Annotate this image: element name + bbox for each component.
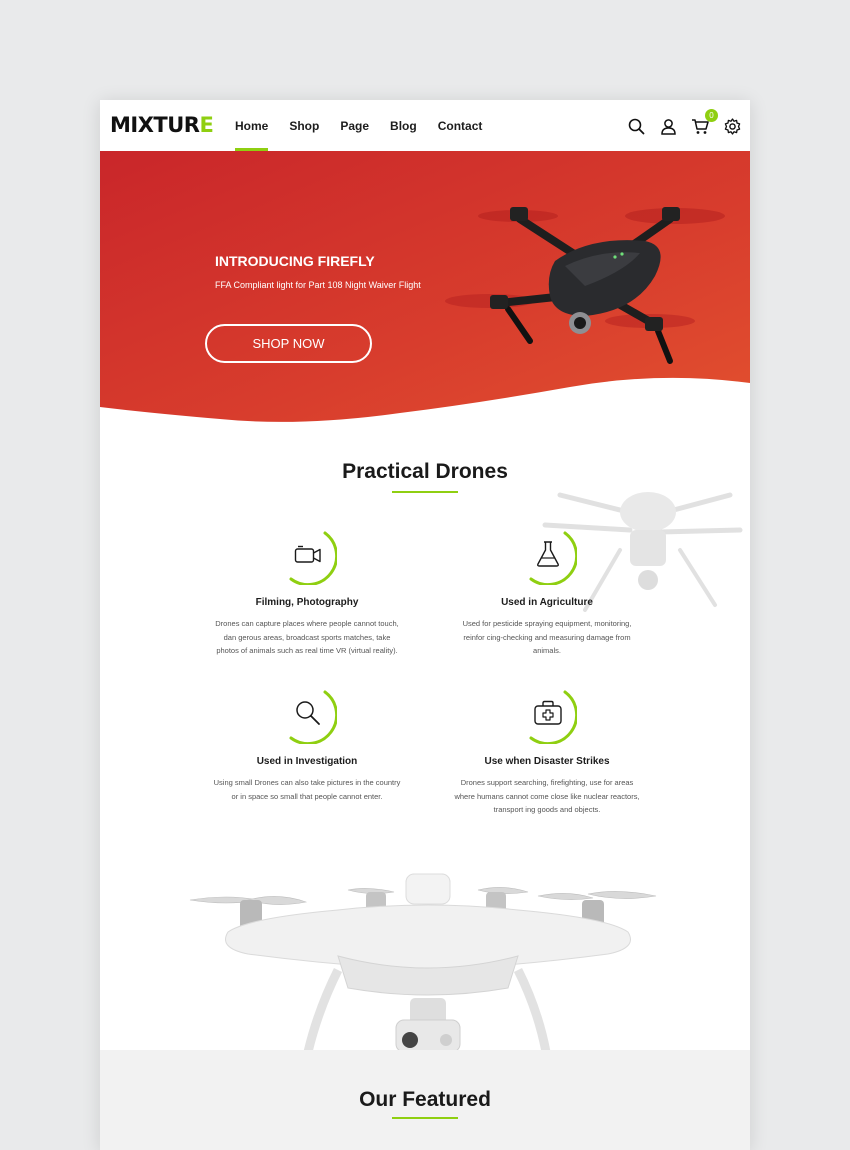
feature-card-disaster: Use when Disaster Strikes Drones support…	[427, 684, 667, 817]
feature-desc-line: Used for pesticide spraying equipment, m…	[462, 619, 632, 628]
gear-icon[interactable]	[723, 117, 742, 136]
feature-desc-line: Drones support searching, firefighting, …	[460, 778, 634, 787]
quadcopter-image	[189, 873, 657, 1052]
feature-icon-circle	[517, 684, 579, 746]
user-icon[interactable]	[659, 117, 678, 136]
feature-title: Used in Investigation	[256, 756, 358, 767]
logo-accent-text: E	[199, 113, 214, 137]
feature-desc-line: dan gerous areas, broadcast sports match…	[223, 632, 391, 642]
feature-title: Use when Disaster Strikes	[484, 756, 610, 767]
flask-icon	[537, 541, 559, 567]
feature-card-investigation: Used in Investigation Using small Drones…	[187, 684, 427, 803]
feature-icon-circle	[517, 525, 579, 587]
hero-title: INTRODUCING FIREFLY	[215, 253, 375, 269]
feature-desc-line: or in space so small that people cannot …	[231, 791, 383, 801]
site-header: MIXTURE Home Shop Page Blog Contact 0	[100, 100, 750, 151]
main-nav: Home Shop Page Blog Contact	[235, 100, 503, 151]
featured-section: Our Featured	[100, 1050, 750, 1150]
title-underline	[392, 491, 458, 493]
nav-item-page[interactable]: Page	[340, 100, 369, 151]
feature-description: Using small Drones can also take picture…	[187, 776, 427, 803]
feature-desc-line: Using small Drones can also take picture…	[213, 778, 401, 787]
feature-icon-circle	[277, 684, 339, 746]
practical-drones-title: Practical Drones	[342, 460, 508, 483]
feature-card-agriculture: Used in Agriculture Used for pesticide s…	[427, 525, 667, 658]
magnifier-icon	[296, 701, 320, 725]
feature-description: Drones can capture places where people c…	[187, 617, 427, 658]
title-underline	[392, 1117, 458, 1119]
nav-item-blog[interactable]: Blog	[390, 100, 417, 151]
feature-desc-line: where humans cannot come close like nucl…	[454, 791, 640, 801]
feature-desc-line: Drones can capture places where people c…	[215, 619, 399, 628]
feature-desc-line: photos of animals such as real time VR (…	[216, 646, 398, 655]
shop-now-button[interactable]: SHOP NOW	[205, 324, 372, 363]
feature-icon-circle	[277, 525, 339, 587]
cart-count-badge: 0	[705, 109, 718, 122]
page-frame: MIXTURE Home Shop Page Blog Contact 0 IN…	[100, 100, 750, 1150]
feature-desc-line: animals.	[533, 646, 561, 655]
hero-banner: INTRODUCING FIREFLY FFA Compliant light …	[100, 151, 750, 431]
header-actions: 0	[614, 109, 742, 136]
first-aid-icon	[534, 700, 562, 725]
drone-image	[445, 207, 725, 364]
nav-item-contact[interactable]: Contact	[438, 100, 483, 151]
video-camera-icon	[294, 545, 321, 563]
hero-subtitle: FFA Compliant light for Part 108 Night W…	[215, 280, 421, 290]
feature-desc-line: transport ing goods and objects.	[493, 805, 601, 814]
feature-title: Filming, Photography	[255, 597, 359, 608]
feature-desc-line: reinfor cing-checking and measuring dama…	[463, 632, 631, 642]
feature-card-filming: Filming, Photography Drones can capture …	[187, 525, 427, 658]
search-icon[interactable]	[627, 117, 646, 136]
nav-item-shop[interactable]: Shop	[289, 100, 319, 151]
feature-description: Used for pesticide spraying equipment, m…	[427, 617, 667, 658]
site-logo[interactable]: MIXTURE	[110, 113, 214, 137]
our-featured-title: Our Featured	[359, 1088, 491, 1111]
nav-item-home[interactable]: Home	[235, 100, 269, 151]
logo-main-text: MIXTUR	[110, 113, 200, 137]
feature-title: Used in Agriculture	[501, 597, 593, 608]
cart-icon[interactable]: 0	[691, 109, 718, 136]
feature-description: Drones support searching, firefighting, …	[427, 776, 667, 817]
